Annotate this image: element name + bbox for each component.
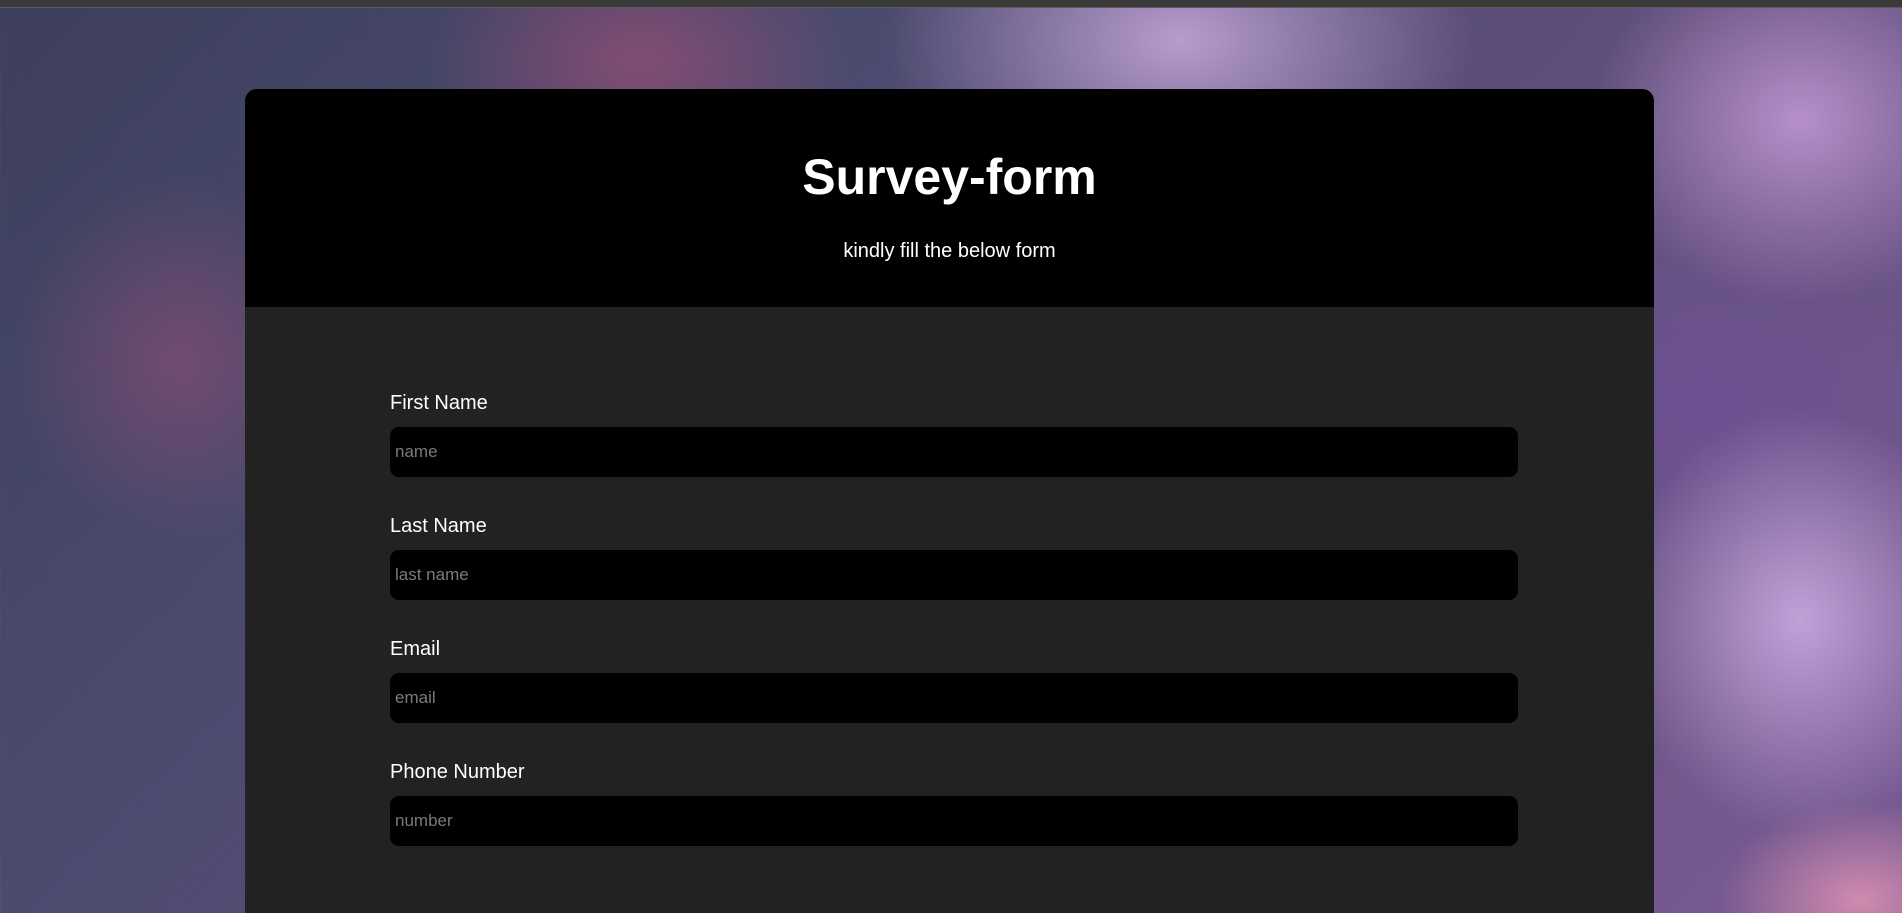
- first-name-input[interactable]: [390, 427, 1518, 477]
- email-input[interactable]: [390, 673, 1518, 723]
- survey-form: First Name Last Name Email Phone Number: [245, 307, 1654, 846]
- survey-header: Survey-form kindly fill the below form: [245, 89, 1654, 307]
- page-subtitle: kindly fill the below form: [843, 240, 1056, 262]
- email-label: Email: [390, 638, 441, 660]
- phone-number-group: Phone Number: [390, 761, 1518, 846]
- survey-card: Survey-form kindly fill the below form F…: [245, 89, 1654, 913]
- email-group: Email: [390, 638, 1518, 723]
- browser-top-bar: [0, 0, 1902, 8]
- last-name-label: Last Name: [390, 515, 487, 537]
- phone-number-label: Phone Number: [390, 761, 525, 783]
- first-name-group: First Name: [390, 392, 1518, 477]
- first-name-label: First Name: [390, 392, 488, 414]
- page-title: Survey-form: [802, 149, 1097, 205]
- phone-number-input[interactable]: [390, 796, 1518, 846]
- last-name-group: Last Name: [390, 515, 1518, 600]
- last-name-input[interactable]: [390, 550, 1518, 600]
